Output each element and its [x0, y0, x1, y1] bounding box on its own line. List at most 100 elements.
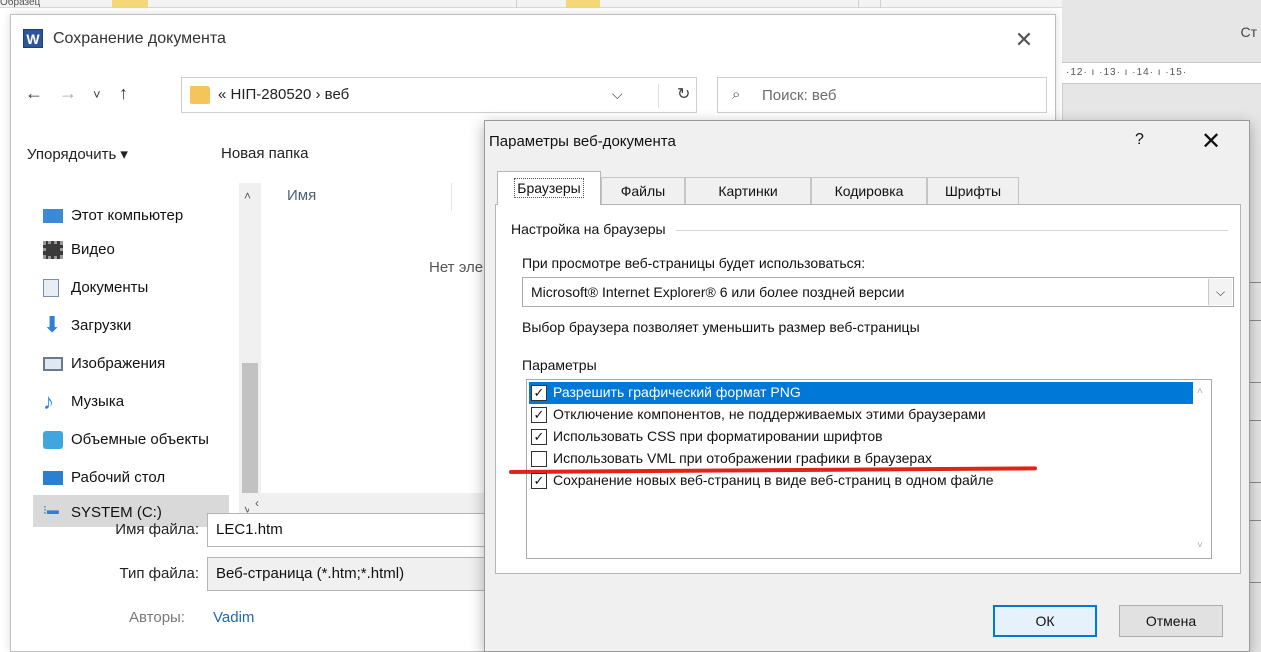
- recent-locations-icon[interactable]: ˅: [93, 87, 101, 102]
- file-type-select[interactable]: Веб-страница (*.htm;*.html): [207, 557, 485, 591]
- nav-item-label: Документы: [71, 279, 149, 296]
- search-icon: ⌕: [732, 86, 741, 103]
- checkbox-checked[interactable]: ✓: [531, 473, 547, 489]
- computer-icon: [43, 209, 63, 223]
- word-page-mark: [1250, 320, 1261, 321]
- browser-hint: Выбор браузера позволяет уменьшить разме…: [522, 319, 920, 335]
- scroll-up-icon[interactable]: ˄: [244, 189, 251, 203]
- video-icon: [43, 241, 63, 259]
- forward-arrow-icon[interactable]: →: [59, 83, 77, 104]
- browser-group-label: Настройка на браузеры: [511, 221, 666, 237]
- tab-encoding[interactable]: Кодировка: [811, 177, 927, 205]
- save-dialog-titlebar: W Сохранение документа ✕: [11, 15, 1055, 63]
- search-input[interactable]: Поиск: веб: [762, 87, 836, 104]
- browser-selected-value: Microsoft® Internet Explorer® 6 или боле…: [531, 284, 905, 300]
- tab-fonts[interactable]: Шрифты: [927, 177, 1019, 205]
- navigation-pane: Этот компьютер Видео Документы ⬇ Загрузк…: [33, 183, 263, 527]
- address-bar[interactable]: « НІП-280520 › веб ⌵ ↻: [181, 77, 697, 113]
- file-name-input[interactable]: LEC1.htm: [207, 513, 485, 547]
- option-label: Сохранение новых веб-страниц в виде веб-…: [553, 472, 994, 488]
- save-dialog-title: Сохранение документа: [53, 30, 226, 47]
- option-label: Отключение компонентов, не поддерживаемы…: [553, 406, 986, 422]
- word-page-mark: [1250, 420, 1261, 421]
- word-divider: [516, 0, 517, 8]
- option-use-css[interactable]: ✓ Использовать CSS при форматировании шр…: [529, 426, 1193, 448]
- option-label: Использовать VML при отображении графики…: [553, 450, 932, 466]
- authors-label: Авторы:: [129, 609, 185, 626]
- word-page-mark: [1250, 482, 1261, 483]
- option-label: Использовать CSS при форматировании шриф…: [553, 428, 883, 444]
- group-divider: [676, 230, 1228, 231]
- documents-icon: [43, 279, 59, 297]
- word-ruler: ·12· ı ·13· ı ·14· ı ·15·: [1062, 62, 1261, 84]
- refresh-icon[interactable]: ↻: [658, 84, 690, 108]
- downloads-icon: ⬇: [43, 312, 62, 337]
- tab-pictures[interactable]: Картинки: [685, 177, 811, 205]
- option-allow-png[interactable]: ✓ Разрешить графический формат PNG: [529, 382, 1197, 404]
- scroll-down-icon[interactable]: ˅: [1197, 540, 1203, 551]
- column-header-name[interactable]: Имя: [287, 187, 316, 204]
- close-icon[interactable]: ✕: [1009, 25, 1039, 55]
- help-icon[interactable]: ?: [1135, 131, 1144, 149]
- ok-button[interactable]: ОК: [993, 605, 1097, 637]
- options-list[interactable]: ✓ Разрешить графический формат PNG ✓ Отк…: [508, 379, 1212, 559]
- option-single-file[interactable]: ✓ Сохранение новых веб-страниц в виде ве…: [529, 470, 1193, 492]
- chevron-down-icon[interactable]: ⌵: [1208, 279, 1232, 305]
- checkbox-unchecked[interactable]: [531, 451, 547, 467]
- nav-item-label: Музыка: [71, 393, 125, 410]
- word-app-icon: W: [23, 29, 43, 48]
- nav-item-label: Объемные объекты: [71, 431, 209, 448]
- web-options-dialog: Параметры веб-документа ? ✕ Браузеры Фай…: [484, 120, 1250, 652]
- word-highlight-swatch-2: [566, 0, 600, 8]
- up-arrow-icon[interactable]: ↑: [119, 83, 128, 104]
- nav-item-label: Загрузки: [71, 317, 132, 334]
- scroll-left-icon[interactable]: ‹: [255, 496, 259, 510]
- word-ribbon-label: Ст: [1240, 24, 1257, 40]
- nav-item-label: Видео: [71, 241, 115, 258]
- file-list: Имя Нет элементов: [263, 183, 489, 483]
- authors-value[interactable]: Vadim: [213, 609, 254, 626]
- browser-select[interactable]: Microsoft® Internet Explorer® 6 или боле…: [522, 277, 1234, 307]
- drive-icon: ⁝▬: [43, 503, 59, 517]
- word-page-mark: [1250, 282, 1261, 283]
- web-options-title: Параметры веб-документа: [489, 133, 676, 150]
- tab-strip: Браузеры Файлы Картинки Кодировка Шрифты: [495, 171, 1239, 205]
- word-page-mark: [1250, 382, 1261, 383]
- option-disable-features[interactable]: ✓ Отключение компонентов, не поддерживае…: [529, 404, 1193, 426]
- desktop-icon: [43, 471, 63, 485]
- file-type-label: Тип файла:: [119, 565, 200, 582]
- word-divider-2: [858, 0, 859, 8]
- chevron-down-icon[interactable]: ⌵: [612, 86, 623, 103]
- back-arrow-icon[interactable]: ←: [25, 83, 43, 104]
- tab-files[interactable]: Файлы: [601, 177, 685, 205]
- tab-browsers[interactable]: Браузеры: [497, 171, 601, 205]
- folder-icon: [190, 86, 210, 104]
- options-scrollbar[interactable]: ˄ ˅: [1193, 380, 1211, 558]
- horizontal-scrollbar[interactable]: ‹: [249, 493, 489, 515]
- column-divider: [451, 183, 452, 211]
- organize-button[interactable]: Упорядочить ▾: [27, 145, 128, 163]
- music-icon: ♪: [43, 389, 54, 414]
- checkbox-checked[interactable]: ✓: [531, 429, 547, 445]
- browsers-tab-panel: Настройка на браузеры При просмотре веб-…: [495, 204, 1241, 574]
- word-highlight-swatch: [112, 0, 148, 8]
- checkbox-checked[interactable]: ✓: [531, 385, 547, 401]
- browser-prompt: При просмотре веб-страницы будет использ…: [522, 255, 866, 271]
- address-path[interactable]: « НІП-280520 › веб: [218, 86, 349, 103]
- scrollbar-thumb[interactable]: [242, 363, 258, 493]
- pictures-icon: [43, 357, 63, 371]
- params-group-label: Параметры: [522, 357, 597, 373]
- nav-item-label: Этот компьютер: [71, 207, 184, 224]
- cancel-button[interactable]: Отмена: [1119, 605, 1223, 637]
- 3d-objects-icon: [43, 431, 63, 449]
- nav-pane-scrollbar[interactable]: ˄ ˅: [239, 183, 261, 523]
- new-folder-button[interactable]: Новая папка: [221, 145, 308, 162]
- search-box[interactable]: ⌕ Поиск: веб: [717, 77, 1047, 113]
- scroll-up-icon[interactable]: ˄: [1197, 386, 1203, 397]
- file-name-label: Имя файла:: [115, 521, 199, 538]
- nav-item-label: Изображения: [71, 355, 166, 372]
- word-page-mark: [1250, 582, 1261, 583]
- checkbox-checked[interactable]: ✓: [531, 407, 547, 423]
- close-icon[interactable]: ✕: [1201, 127, 1221, 156]
- word-page-mark: [1250, 520, 1261, 521]
